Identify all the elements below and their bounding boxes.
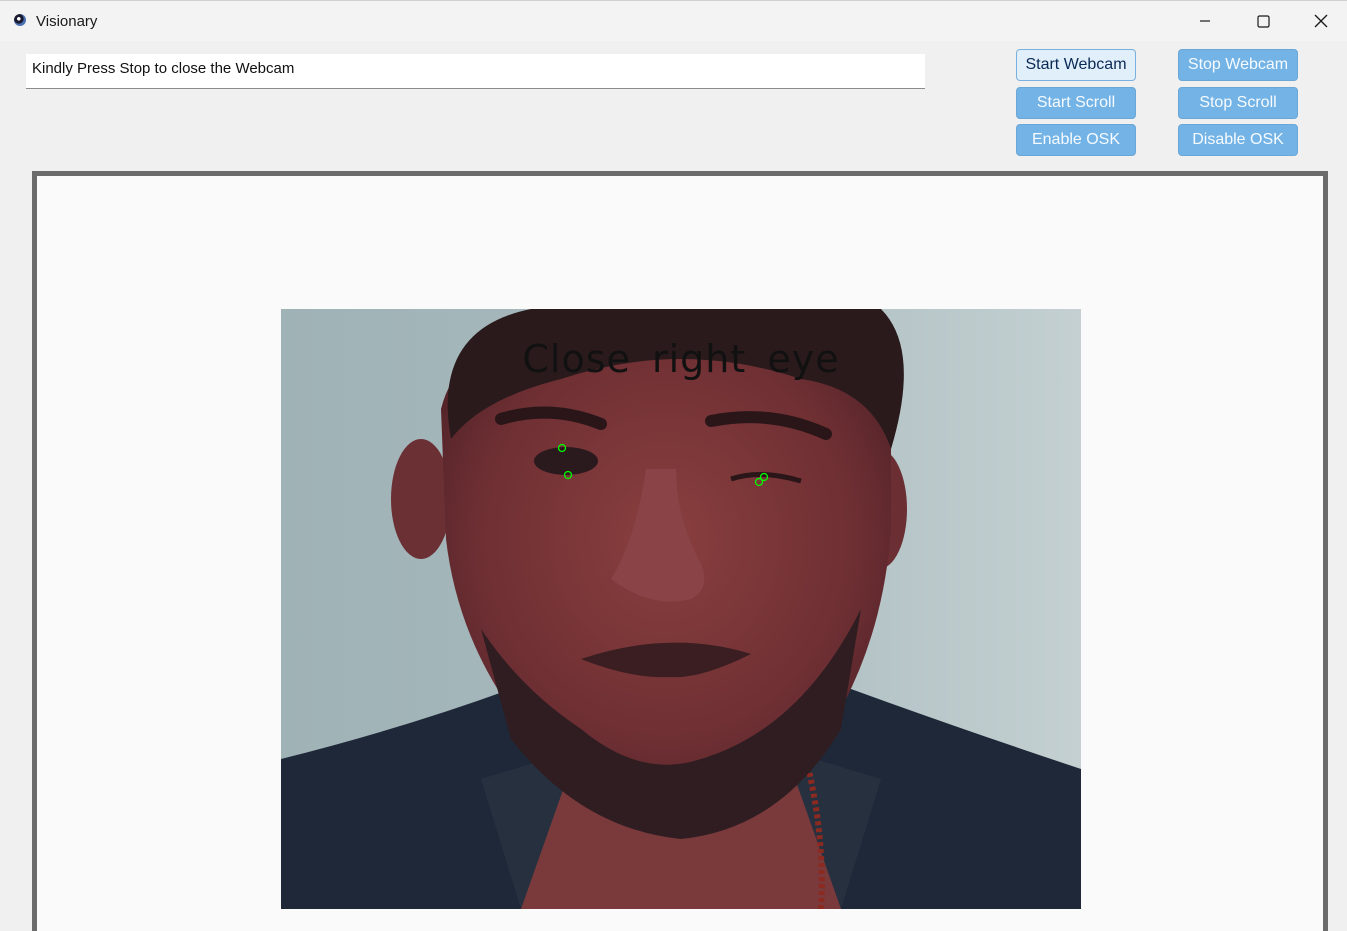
enable-osk-button[interactable]: Enable OSK: [1016, 124, 1136, 156]
eye-icon: [14, 14, 26, 26]
status-message-field[interactable]: Kindly Press Stop to close the Webcam: [26, 54, 925, 89]
window-title: Visionary: [36, 13, 98, 30]
webcam-instruction-overlay: Close right eye: [522, 337, 840, 381]
disable-osk-button[interactable]: Disable OSK: [1178, 124, 1298, 156]
close-button[interactable]: [1292, 1, 1347, 41]
start-scroll-button[interactable]: Start Scroll: [1016, 87, 1136, 119]
webcam-feed: Close right eye: [281, 309, 1081, 909]
minimize-icon: [1200, 20, 1210, 22]
stop-scroll-button[interactable]: Stop Scroll: [1178, 87, 1298, 119]
maximize-button[interactable]: [1234, 1, 1292, 41]
title-bar[interactable]: Visionary: [0, 1, 1347, 41]
minimize-button[interactable]: [1176, 1, 1234, 41]
webcam-frame-image: [281, 309, 1081, 909]
start-webcam-button[interactable]: Start Webcam: [1016, 49, 1136, 81]
webcam-viewport: Close right eye: [32, 171, 1328, 931]
status-message-text: Kindly Press Stop to close the Webcam: [32, 60, 295, 77]
stop-webcam-button[interactable]: Stop Webcam: [1178, 49, 1298, 81]
maximize-icon: [1256, 14, 1270, 28]
app-window: Visionary Kindly Press Stop to close the…: [0, 0, 1347, 931]
close-icon: [1314, 14, 1328, 28]
